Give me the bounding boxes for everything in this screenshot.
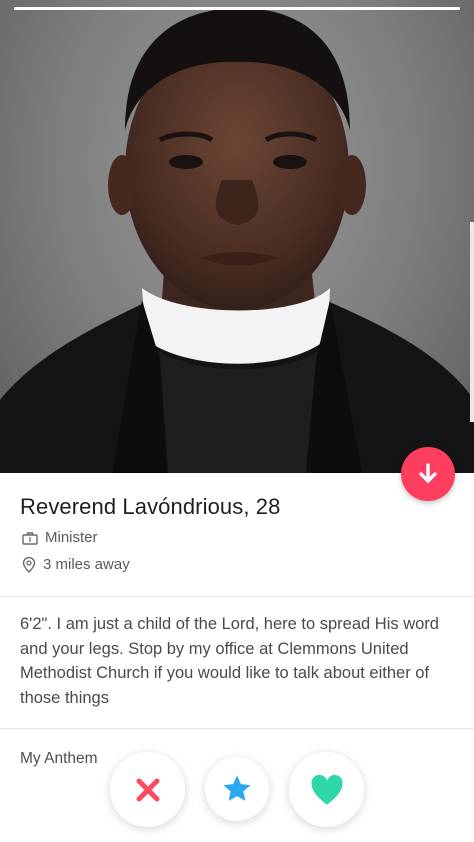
section-divider: [0, 728, 474, 729]
location-pin-icon: [22, 556, 36, 573]
like-button[interactable]: [289, 752, 364, 827]
section-divider: [0, 596, 474, 597]
nope-button[interactable]: [110, 752, 185, 827]
profile-bio: 6'2". I am just a child of the Lord, her…: [20, 615, 439, 707]
photo-progress-bar: [14, 7, 460, 10]
profile-distance-text: 3 miles away: [43, 556, 130, 573]
profile-distance-row: 3 miles away: [22, 556, 130, 573]
profile-info-collapse-button[interactable]: [401, 447, 455, 501]
briefcase-icon: [22, 531, 38, 545]
portrait-illustration: [0, 8, 474, 473]
profile-name-age: Reverend Lavóndrious, 28: [20, 494, 281, 519]
heart-icon: [311, 774, 342, 805]
arrow-down-icon: [419, 463, 437, 483]
star-icon: [223, 775, 251, 801]
scroll-edge-indicator: [470, 222, 474, 422]
super-like-button[interactable]: [205, 757, 269, 821]
photo-progress-fill: [14, 7, 460, 10]
close-icon: [136, 778, 159, 801]
profile-photo[interactable]: [0, 0, 474, 473]
profile-job-row: Minister: [22, 529, 98, 546]
anthem-section-title: My Anthem: [20, 750, 98, 767]
profile-job-text: Minister: [45, 529, 98, 546]
